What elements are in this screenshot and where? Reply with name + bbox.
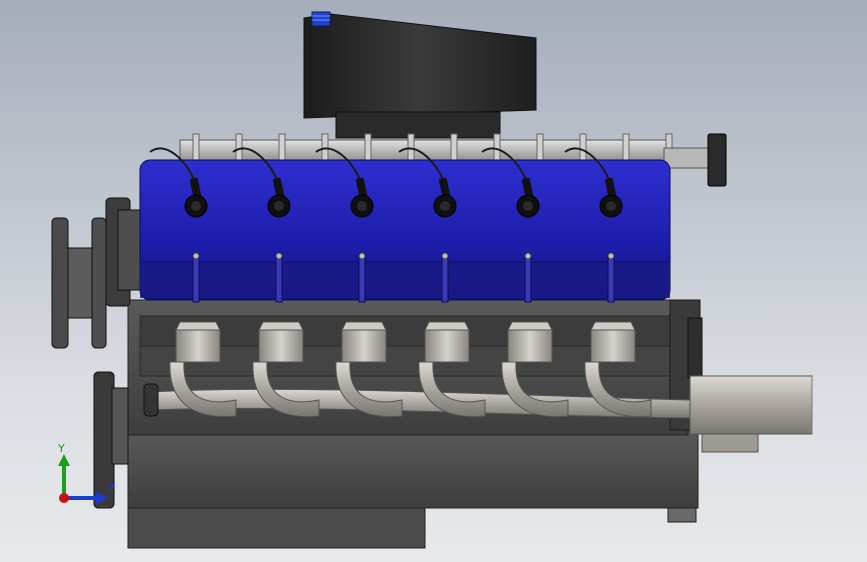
cover-bolt [275,253,283,303]
bolt-head-icon [524,252,532,260]
spark-plug-center-icon [357,201,367,211]
exhaust-outlet[interactable] [689,375,813,453]
bolt-head-icon [275,252,283,260]
exhaust-port-flange [590,329,636,363]
rail-post [278,133,286,163]
blower-intake[interactable] [303,11,537,139]
y-axis-label: Y [57,442,65,455]
cover-bolt [607,253,615,303]
z-axis-arrow-icon [96,492,108,504]
exhaust-port-cap [590,321,636,331]
spark-plug-center-icon [523,201,533,211]
spark-plug-center-icon [191,201,201,211]
cover-bolt [441,253,449,303]
cover-bolt [358,253,366,303]
spark-plug-center-icon [606,201,616,211]
x-axis-dot-icon [59,493,69,503]
3d-viewport[interactable]: Y Z [0,0,867,562]
rail-post [192,133,200,163]
exhaust-port-flange [341,329,387,363]
engine-model[interactable] [0,0,867,562]
coordinate-triad: Y Z [57,442,116,504]
bolt-head-icon [607,252,615,260]
exhaust-port-cap [507,321,553,331]
cover-bolt [192,253,200,303]
exhaust-port-flange [507,329,553,363]
rail-post [622,133,630,163]
rail-post [579,133,587,163]
rail-post [450,133,458,163]
rail-post [536,133,544,163]
oil-pan[interactable] [127,427,699,549]
cover-bolt [524,253,532,303]
exhaust-port-flange [424,329,470,363]
exhaust-port-flange [175,329,221,363]
spark-plug-center-icon [440,201,450,211]
exhaust-port-cap [258,321,304,331]
bolt-head-icon [358,252,366,260]
exhaust-port-cap [424,321,470,331]
exhaust-port-cap [175,321,221,331]
water-pump-pulley[interactable] [51,197,141,349]
bolt-head-icon [192,252,200,260]
spark-plug-center-icon [274,201,284,211]
z-axis-label: Z [108,482,116,495]
exhaust-port-flange [258,329,304,363]
valve-cover[interactable] [139,159,671,303]
bolt-head-icon [441,252,449,260]
rail-post [364,133,372,163]
exhaust-port-cap [341,321,387,331]
y-axis-arrow-icon [58,454,70,466]
